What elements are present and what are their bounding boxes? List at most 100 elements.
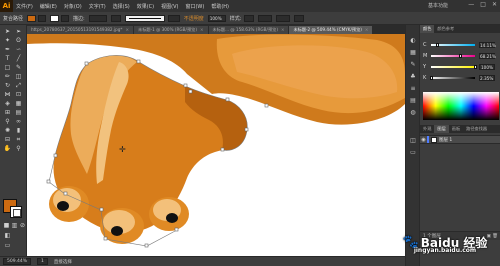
tab-pathfinder[interactable]: 路径查找器 [463, 125, 490, 133]
tab-layers[interactable]: 图层 [434, 125, 449, 133]
brushes-panel-icon[interactable]: ✎ [409, 61, 417, 68]
color-spectrum[interactable] [423, 92, 499, 120]
zoom-tool-icon[interactable]: ⚲ [14, 145, 23, 152]
transform-options[interactable] [276, 14, 291, 22]
shape-builder-icon[interactable]: ◈ [3, 100, 12, 107]
color-panel-icon[interactable]: ◐ [409, 37, 417, 44]
symbol-sprayer-icon[interactable]: ✺ [3, 127, 12, 134]
brush-dropdown[interactable] [167, 14, 180, 22]
fill-dropdown[interactable] [38, 14, 47, 22]
close-button[interactable]: ✕ [492, 1, 497, 8]
close-tab-icon[interactable]: × [125, 27, 129, 32]
layer-row[interactable]: ◉ 图层 1 [420, 135, 500, 144]
rectangle-tool-icon[interactable]: □ [3, 64, 12, 71]
opacity-field[interactable]: 100% [207, 14, 226, 22]
screen-mode-icon[interactable]: ▭ [3, 242, 12, 249]
style-dropdown[interactable] [244, 14, 255, 22]
blend-tool-icon[interactable]: ∞ [14, 118, 23, 125]
close-tab-icon[interactable]: × [200, 27, 204, 32]
eraser-icon[interactable]: ◫ [14, 73, 23, 80]
workspace-switcher[interactable]: 基本功能 [428, 2, 448, 9]
artboard-number-field[interactable]: 1 [37, 258, 48, 265]
direct-selection-tool-icon[interactable]: ➢ [14, 28, 23, 35]
close-tab-icon[interactable]: × [281, 27, 285, 32]
close-tab-icon[interactable]: × [365, 27, 369, 32]
menu-type[interactable]: 文字(T) [89, 3, 106, 10]
type-tool-icon[interactable]: T [3, 55, 12, 62]
menu-object[interactable]: 对象(O) [64, 3, 82, 10]
paintbrush-icon[interactable]: ✎ [14, 64, 23, 71]
gradient-panel-icon[interactable]: ▤ [409, 97, 417, 104]
menu-edit[interactable]: 编辑(E) [40, 3, 57, 10]
lasso-icon[interactable]: ʘ [14, 37, 23, 44]
curvature-icon[interactable]: ∽ [14, 46, 23, 53]
zoom-field[interactable]: 509.44% [3, 258, 32, 265]
selection-tool-icon[interactable]: ➤ [3, 28, 12, 35]
magic-wand-icon[interactable]: ✦ [3, 37, 12, 44]
tab-document-2[interactable]: 未标题-1 @ 300% (RGB/预览) × [134, 26, 208, 34]
eyedropper-icon[interactable]: ⚲ [3, 118, 12, 125]
channel-slider[interactable] [431, 55, 475, 57]
layer-name[interactable]: 图层 1 [439, 137, 452, 143]
channel-value-field[interactable]: 100% [479, 63, 495, 70]
isolate-button[interactable] [294, 14, 305, 22]
menu-effect[interactable]: 效果(C) [137, 3, 154, 10]
hand-tool-icon[interactable]: ✋ [3, 145, 12, 152]
tab-color-guide[interactable]: 颜色参考 [434, 25, 457, 33]
menu-window[interactable]: 窗口(W) [185, 3, 204, 10]
channel-value-field[interactable]: 2.35% [479, 74, 495, 81]
free-transform-icon[interactable]: ⊡ [14, 91, 23, 98]
none-mode-icon[interactable]: ⊘ [18, 222, 27, 229]
channel-value-field[interactable]: 68.21% [479, 52, 496, 59]
eye-icon[interactable]: ◉ [420, 137, 427, 143]
menu-view[interactable]: 视图(V) [161, 3, 178, 10]
variable-width-dropdown[interactable] [110, 14, 121, 22]
align-options[interactable] [258, 14, 273, 22]
fill-color-swatch[interactable] [27, 14, 37, 22]
channel-slider[interactable] [431, 77, 475, 79]
channel-slider[interactable] [431, 66, 475, 68]
opacity-label[interactable]: 不透明度 [184, 15, 204, 22]
width-tool-icon[interactable]: ⋈ [3, 91, 12, 98]
artboard-tool-icon[interactable]: ⊟ [3, 136, 12, 143]
maximize-button[interactable]: □ [480, 1, 486, 8]
slice-tool-icon[interactable]: ⌗ [14, 136, 23, 143]
artboards-panel-icon[interactable]: ▭ [409, 149, 417, 156]
draw-mode-icon[interactable]: ◧ [3, 232, 12, 239]
line-tool-icon[interactable]: ╱ [14, 55, 23, 62]
layers-panel-icon[interactable]: ◫ [409, 137, 417, 144]
stroke-color-swatch[interactable] [50, 14, 60, 22]
tab-document-4[interactable]: 未标题-2 @ 509.44% (CMYK/预览) × [289, 26, 373, 34]
slider-handle[interactable] [435, 43, 439, 47]
artboard-canvas[interactable]: ✛ [27, 34, 405, 256]
stroke-dropdown[interactable] [61, 14, 70, 22]
perspective-grid-icon[interactable]: ▦ [14, 100, 23, 107]
stroke-weight-field[interactable] [88, 14, 107, 22]
transparency-panel-icon[interactable]: ◍ [409, 109, 417, 116]
slider-handle[interactable] [459, 54, 463, 58]
rotate-tool-icon[interactable]: ↻ [3, 82, 12, 89]
minimize-button[interactable]: — [468, 1, 474, 8]
swatches-panel-icon[interactable]: ▦ [409, 49, 417, 56]
stroke-panel-icon[interactable]: ≡ [409, 85, 417, 92]
mesh-tool-icon[interactable]: ⊞ [3, 109, 12, 116]
tab-document-3[interactable]: 未标题... @ 158.63% (RGB/预览) × [208, 26, 289, 34]
channel-value-field[interactable]: 14.11% [479, 41, 496, 48]
tab-document-1[interactable]: https_20780637_20150513191549382.jpg* × [27, 26, 133, 34]
menu-file[interactable]: 文件(F) [16, 3, 33, 10]
slider-handle[interactable] [430, 76, 434, 80]
menu-help[interactable]: 帮助(H) [211, 3, 229, 10]
gradient-tool-icon[interactable]: ▤ [14, 109, 23, 116]
graph-tool-icon[interactable]: ▮ [14, 127, 23, 134]
tab-color[interactable]: 颜色 [420, 25, 435, 33]
scale-tool-icon[interactable]: ⤢ [14, 82, 23, 89]
slider-handle[interactable] [473, 65, 477, 69]
symbols-panel-icon[interactable]: ♣ [409, 73, 417, 80]
pencil-tool-icon[interactable]: ✏ [3, 73, 12, 80]
brush-definition[interactable] [124, 14, 165, 22]
tab-appearance[interactable]: 外观 [420, 125, 434, 133]
menu-select[interactable]: 选择(S) [113, 3, 130, 10]
tab-artboards[interactable]: 画板 [449, 125, 463, 133]
stroke-color-box[interactable] [10, 206, 22, 218]
pen-tool-icon[interactable]: ✒ [3, 46, 12, 53]
